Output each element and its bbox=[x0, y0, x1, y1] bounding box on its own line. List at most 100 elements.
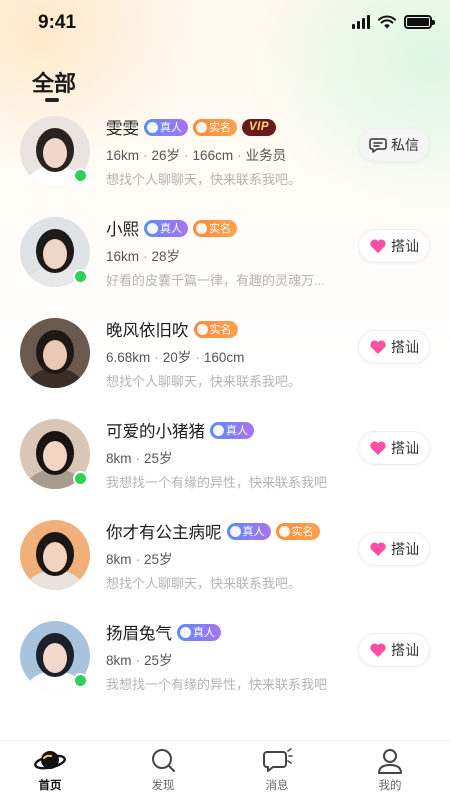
meta-age: 25岁 bbox=[144, 653, 173, 668]
meta-separator: · bbox=[143, 148, 148, 163]
badge-label: 实名 bbox=[209, 223, 231, 235]
meta-separator: · bbox=[154, 350, 159, 365]
meta-separator: · bbox=[195, 350, 200, 365]
verified-real-badge: 真人 bbox=[144, 118, 188, 136]
greet-button[interactable]: 搭讪 bbox=[358, 633, 430, 667]
user-info: 你才有公主病呢 真人 实名 8km · 25岁 想找个人聊聊天，快来联系我吧。 bbox=[106, 520, 356, 592]
name-line: 扬眉兔气 真人 bbox=[106, 621, 356, 643]
id-card-icon bbox=[196, 222, 207, 234]
user-meta: 6.68km · 20岁 · 160cm bbox=[106, 346, 356, 366]
verified-real-badge: 真人 bbox=[177, 623, 221, 641]
verified-realname-badge: 实名 bbox=[193, 118, 237, 136]
greet-button[interactable]: 搭讪 bbox=[358, 431, 430, 465]
id-card-icon bbox=[278, 525, 290, 537]
user-bio: 我想找一个有缘的异性，快来联系我吧 bbox=[106, 677, 328, 692]
badge-label: VIP bbox=[249, 121, 270, 133]
badge-label: 实名 bbox=[291, 526, 314, 538]
person-icon bbox=[378, 749, 402, 774]
user-bio: 想找个人聊聊天，快来联系我吧。 bbox=[106, 172, 302, 187]
meta-age: 25岁 bbox=[144, 552, 173, 567]
private-message-button[interactable]: 私信 bbox=[358, 128, 430, 162]
name-line: 你才有公主病呢 真人 实名 bbox=[106, 520, 356, 542]
user-card[interactable]: 可爱的小猪猪 真人 8km · 25岁 我想找一个有缘的异性，快来联系我吧 搭讪 bbox=[0, 413, 450, 513]
badge-label: 真人 bbox=[242, 526, 265, 538]
heart-icon bbox=[370, 239, 386, 253]
user-info: 扬眉兔气 真人 8km · 25岁我想找一个有缘的异性，快来联系我吧 bbox=[106, 621, 356, 693]
title-indicator bbox=[45, 98, 59, 102]
page-title: 全部 bbox=[32, 71, 77, 96]
greet-button[interactable]: 搭讪 bbox=[358, 532, 430, 566]
badge-label: 实名 bbox=[209, 324, 232, 336]
user-card[interactable]: 晚风依旧吹 实名 6.68km · 20岁 · 160cm 想找个人聊聊天，快来联系我吧。 搭讪 bbox=[0, 312, 450, 412]
user-name: 可爱的小猪猪 bbox=[106, 423, 205, 441]
meta-separator: · bbox=[135, 451, 141, 466]
online-status-dot bbox=[73, 673, 88, 688]
bottom-tab-bar: 首页 发现 消息 我的 bbox=[0, 740, 450, 800]
verified-realname-badge: 实名 bbox=[275, 522, 320, 540]
user-bio: 想找个人聊聊天，快来联系我吧。 bbox=[106, 576, 302, 591]
meta-distance: 8km bbox=[106, 552, 132, 567]
tab-home[interactable]: 首页 bbox=[20, 747, 80, 799]
cellular-signal-icon bbox=[352, 15, 370, 29]
badge-label: 真人 bbox=[193, 627, 215, 639]
user-meta: 8km · 25岁 bbox=[106, 649, 356, 669]
meta-separator: · bbox=[184, 148, 189, 163]
heart-icon bbox=[370, 340, 386, 354]
check-badge-icon bbox=[147, 222, 158, 234]
vip-badge: VIP bbox=[242, 118, 277, 136]
meta-distance: 16km bbox=[106, 249, 140, 264]
user-card[interactable]: 小熙 真人 实名 16km · 28岁 好看的皮囊千篇一律，有趣的灵魂万... 搭讪 bbox=[0, 211, 450, 311]
action-label: 私信 bbox=[391, 137, 419, 153]
verified-realname-badge: 实名 bbox=[193, 219, 237, 237]
tab-discover[interactable]: 发现 bbox=[133, 747, 193, 799]
online-status-dot bbox=[73, 269, 88, 284]
status-time: 9:41 bbox=[38, 12, 77, 33]
meta-age: 26岁 bbox=[151, 148, 181, 163]
check-badge-icon bbox=[213, 424, 224, 436]
greet-button[interactable]: 搭讪 bbox=[358, 330, 430, 364]
action-label: 搭讪 bbox=[391, 238, 419, 254]
user-bio: 我想找一个有缘的异性，快来联系我吧 bbox=[106, 475, 328, 490]
check-badge-icon bbox=[180, 626, 191, 638]
action-label: 搭讪 bbox=[391, 541, 419, 557]
user-card[interactable]: 你才有公主病呢 真人 实名 8km · 25岁 想找个人聊聊天，快来联系我吧。 搭讪 bbox=[0, 514, 450, 614]
tab-profile[interactable]: 我的 bbox=[360, 747, 420, 799]
chat-bubble-icon bbox=[263, 748, 293, 772]
user-card[interactable]: 扬眉兔气 真人 8km · 25岁我想找一个有缘的异性，快来联系我吧 搭讪 bbox=[0, 615, 450, 715]
meta-age: 20岁 bbox=[162, 350, 192, 365]
user-meta: 16km · 26岁 · 166cm · 业务员 bbox=[106, 144, 356, 164]
verified-realname-badge: 实名 bbox=[193, 320, 238, 338]
user-info: 晚风依旧吹 实名 6.68km · 20岁 · 160cm 想找个人聊聊天，快来联系我吧。 bbox=[106, 318, 356, 390]
heart-icon bbox=[370, 643, 386, 657]
avatar[interactable] bbox=[20, 318, 90, 388]
tab-profile-label: 我的 bbox=[378, 780, 402, 792]
greet-button[interactable]: 搭讪 bbox=[358, 229, 430, 263]
tab-messages-label: 消息 bbox=[265, 780, 289, 792]
planet-icon bbox=[34, 751, 66, 770]
user-name: 雯雯 bbox=[106, 120, 139, 138]
user-name: 扬眉兔气 bbox=[106, 625, 172, 643]
action-label: 搭讪 bbox=[391, 642, 419, 658]
user-card[interactable]: 雯雯 真人 实名 VIP 16km · 26岁 · 166cm · 业务员 想找个人聊聊天，快来联系我… bbox=[0, 110, 450, 210]
name-line: 雯雯 真人 实名 VIP bbox=[106, 116, 356, 138]
meta-distance: 8km bbox=[106, 451, 132, 466]
heart-icon bbox=[370, 441, 386, 455]
meta-job: 业务员 bbox=[245, 148, 287, 163]
badge-label: 真人 bbox=[226, 425, 248, 437]
battery-icon bbox=[404, 15, 435, 29]
verified-real-badge: 真人 bbox=[226, 522, 271, 540]
message-icon bbox=[369, 138, 387, 153]
meta-distance: 16km bbox=[106, 148, 140, 163]
meta-separator: · bbox=[135, 552, 141, 567]
action-label: 搭讪 bbox=[391, 339, 419, 355]
user-info: 小熙 真人 实名 16km · 28岁 好看的皮囊千篇一律，有趣的灵魂万... bbox=[106, 217, 356, 289]
avatar[interactable] bbox=[20, 520, 90, 590]
online-status-dot bbox=[73, 471, 88, 486]
meta-distance: 6.68km bbox=[106, 350, 151, 365]
badge-label: 真人 bbox=[160, 223, 182, 235]
tab-messages[interactable]: 消息 bbox=[247, 747, 307, 799]
user-name: 小熙 bbox=[106, 221, 139, 239]
verified-real-badge: 真人 bbox=[144, 219, 188, 237]
check-badge-icon bbox=[147, 121, 158, 133]
user-name: 晚风依旧吹 bbox=[106, 322, 189, 340]
